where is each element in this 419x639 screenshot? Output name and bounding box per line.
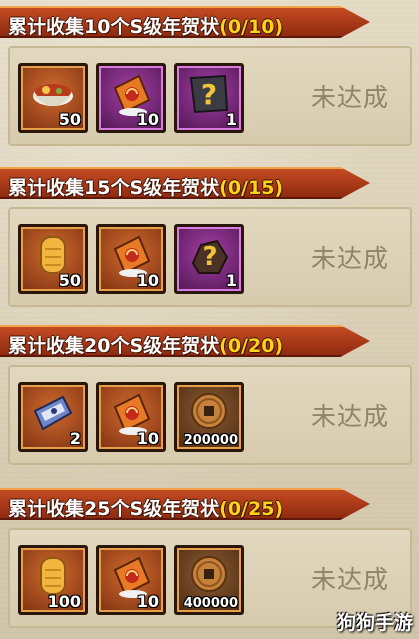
svg-text:?: ? — [201, 78, 217, 111]
tier-banner: 累计收集20个S级年贺状(0/20) — [0, 325, 370, 357]
reward-quantity: 50 — [58, 110, 81, 129]
reward-quantity: 400000 — [183, 596, 238, 611]
reward-item-gold-bar[interactable]: 100 — [18, 545, 88, 615]
mystery-shuriken-icon: ? — [189, 74, 229, 114]
tier-title: 累计收集10个S级年贺状 — [8, 16, 220, 38]
reward-item-copper-coin[interactable]: 200000 — [174, 382, 244, 452]
reward-quantity: 100 — [47, 592, 81, 611]
svg-text:?: ? — [202, 242, 217, 272]
reward-quantity: 10 — [136, 271, 159, 290]
copper-coin-icon — [191, 556, 227, 592]
reward-quantity: 10 — [136, 110, 159, 129]
reward-panel: 50 10 ? 1 未达成 — [8, 207, 412, 307]
reward-quantity: 200000 — [183, 433, 238, 448]
watermark: 狗狗手游 — [336, 612, 413, 634]
reward-item-mystery[interactable]: ? 1 — [174, 224, 244, 294]
ticket-icon — [33, 395, 73, 431]
tier-banner: 累计收集10个S级年贺状(0/10) — [0, 6, 370, 38]
reward-quantity: 1 — [225, 271, 237, 290]
tier-title: 累计收集25个S级年贺状 — [8, 498, 220, 520]
reward-item-new-year-card[interactable]: 10 — [96, 224, 166, 294]
status-label: 未达成 — [310, 565, 389, 594]
tier-progress: (0/15) — [219, 177, 284, 199]
reward-item-ramen[interactable]: 50 — [18, 63, 88, 133]
tier-progress: (0/10) — [219, 16, 284, 38]
reward-quantity: 2 — [69, 429, 81, 448]
copper-coin-icon — [191, 393, 227, 429]
reward-item-new-year-card[interactable]: 10 — [96, 382, 166, 452]
reward-item-ticket[interactable]: 2 — [18, 382, 88, 452]
tier-title: 累计收集15个S级年贺状 — [8, 177, 220, 199]
reward-quantity: 10 — [136, 592, 159, 611]
mystery-rock-icon: ? — [191, 239, 229, 274]
reward-item-copper-coin[interactable]: 400000 — [174, 545, 244, 615]
status-label: 未达成 — [310, 83, 389, 112]
tier-banner: 累计收集15个S级年贺状(0/15) — [0, 167, 370, 199]
tier-title: 累计收集20个S级年贺状 — [8, 335, 220, 357]
tier-banner: 累计收集25个S级年贺状(0/25) — [0, 488, 370, 520]
reward-item-gold-bar[interactable]: 50 — [18, 224, 88, 294]
tier-progress: (0/20) — [219, 335, 284, 357]
reward-item-new-year-card[interactable]: 10 — [96, 63, 166, 133]
reward-quantity: 1 — [225, 110, 237, 129]
status-label: 未达成 — [310, 244, 389, 273]
reward-panel: 2 10 200000 未达成 — [8, 365, 412, 465]
reward-quantity: 10 — [136, 429, 159, 448]
reward-panel: 50 10 ? 1 未达成 — [8, 46, 412, 146]
tier-progress: (0/25) — [219, 498, 284, 520]
reward-quantity: 50 — [58, 271, 81, 290]
status-label: 未达成 — [310, 402, 389, 431]
reward-item-mystery[interactable]: ? 1 — [174, 63, 244, 133]
reward-item-new-year-card[interactable]: 10 — [96, 545, 166, 615]
